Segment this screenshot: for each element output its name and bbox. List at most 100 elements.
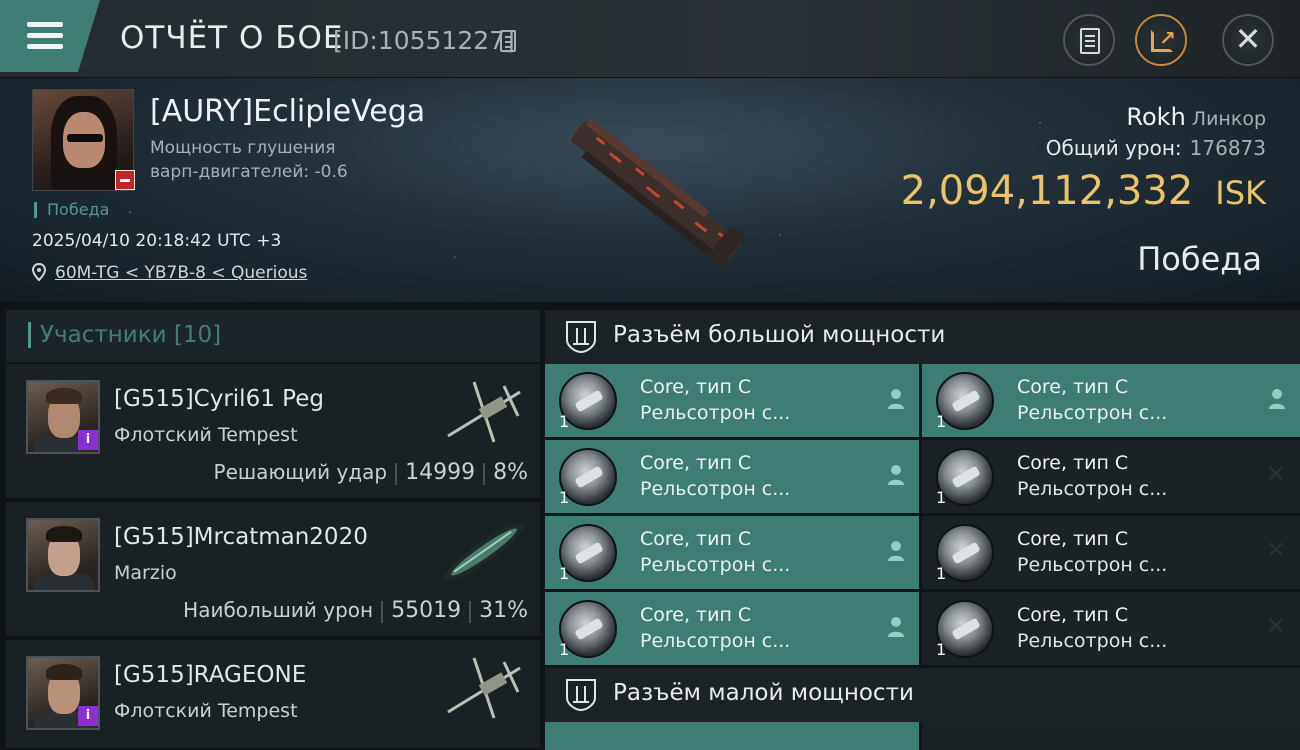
participant-ship-image xyxy=(447,657,521,719)
victim-summary: [AURY]EclipleVega Мощность глушения варп… xyxy=(0,78,1300,302)
participants-header[interactable]: Участники [10] xyxy=(6,310,540,362)
copy-id-icon[interactable] xyxy=(500,30,516,52)
module-quantity: 1 xyxy=(559,640,570,659)
module-card[interactable]: 1 Core, тип C Рельсотрон с... xyxy=(545,516,919,589)
isk-loss: 2,094,112,332 ISK xyxy=(901,168,1266,214)
module-card[interactable]: 1 Core, тип C Рельсотрон с... ✕ xyxy=(922,516,1300,589)
person-icon xyxy=(888,541,904,561)
result-tag: Победа xyxy=(34,202,109,218)
low-slot-icon xyxy=(566,679,596,712)
x-icon: ✕ xyxy=(1265,460,1286,488)
top-bar: ОТЧЁТ О БОЕ [ID:10551227] ↗ ✕ xyxy=(0,0,1300,78)
participant-name: [G515]RAGEONE xyxy=(114,662,307,688)
module-subtitle: Рельсотрон с... xyxy=(640,478,791,500)
module-subtitle: Рельсотрон с... xyxy=(1017,478,1168,500)
module-name: Core, тип C xyxy=(1017,604,1129,626)
module-name: Core, тип C xyxy=(640,604,752,626)
module-card[interactable]: 1 Core, тип C Рельсотрон с... xyxy=(545,440,919,513)
participant-damage: 55019 xyxy=(391,598,462,623)
high-slots-header: Разъём большой мощности xyxy=(545,310,1300,364)
participant-stats: Решающий удар 14999 8% xyxy=(214,460,528,485)
participant-ship: Флотский Tempest xyxy=(114,424,298,446)
module-card[interactable]: 1 Core, тип C Рельсотрон с... xyxy=(545,364,919,437)
x-icon: ✕ xyxy=(1265,612,1286,640)
victim-ship: Rokh Линкор xyxy=(1126,103,1266,131)
person-icon xyxy=(888,465,904,485)
module-name: Core, тип C xyxy=(1017,376,1129,398)
menu-button[interactable] xyxy=(0,0,100,72)
victim-name[interactable]: [AURY]EclipleVega xyxy=(150,94,425,129)
victim-ship-image[interactable] xyxy=(545,108,765,278)
participant-row[interactable]: i [G515]Cyril61 Peg Флотский Tempest Реш… xyxy=(6,364,540,500)
participant-ship-image xyxy=(447,381,521,443)
participant-percent: 31% xyxy=(479,598,528,623)
person-icon xyxy=(888,389,904,409)
module-card[interactable]: 1 Core, тип C Рельсотрон с... xyxy=(545,592,919,665)
person-icon xyxy=(1269,389,1285,409)
module-name: Core, тип C xyxy=(1017,452,1129,474)
low-slots-title: Разъём малой мощности xyxy=(613,680,914,706)
battle-location-link[interactable]: 60M-TG < YB7B-8 < Querious xyxy=(55,263,307,283)
share-button[interactable]: ↗ xyxy=(1135,14,1187,66)
module-quantity: 1 xyxy=(936,488,947,507)
document-icon xyxy=(1080,28,1100,54)
module-name: Core, тип C xyxy=(640,376,752,398)
module-card[interactable]: 1 Core, тип C Рельсотрон с... ✕ xyxy=(922,440,1300,513)
total-damage-value: 176873 xyxy=(1189,136,1266,160)
high-slots-title: Разъём большой мощности xyxy=(613,322,946,348)
report-button[interactable] xyxy=(1063,14,1115,66)
isk-value: 2,094,112,332 xyxy=(900,168,1194,214)
participant-row[interactable]: i [G515]RAGEONE Флотский Tempest xyxy=(6,640,540,750)
module-quantity: 1 xyxy=(936,564,947,583)
participants-title: Участники [10] xyxy=(40,322,222,348)
participant-role: Решающий удар xyxy=(213,460,388,484)
location-pin-icon xyxy=(32,263,46,281)
battle-id: [ID:10551227] xyxy=(333,26,515,55)
module-quantity: 1 xyxy=(936,640,947,659)
participant-name: [G515]Cyril61 Peg xyxy=(114,386,324,412)
person-icon xyxy=(888,617,904,637)
module-subtitle: Рельсотрон с... xyxy=(1017,554,1168,576)
avatar[interactable] xyxy=(26,518,100,592)
module-quantity: 1 xyxy=(559,488,570,507)
low-slot-module[interactable] xyxy=(545,722,919,750)
close-button[interactable]: ✕ xyxy=(1222,14,1274,66)
avatar[interactable]: i xyxy=(26,380,100,454)
total-damage: Общий урон: 176873 xyxy=(1046,136,1266,160)
participant-ship: Флотский Tempest xyxy=(114,700,298,722)
module-subtitle: Рельсотрон с... xyxy=(1017,630,1168,652)
module-subtitle: Рельсотрон с... xyxy=(640,402,791,424)
ship-name: Rokh xyxy=(1126,103,1186,131)
participant-name: [G515]Mrcatman2020 xyxy=(114,524,368,550)
participant-percent: 8% xyxy=(493,460,528,485)
participant-ship: Marzio xyxy=(114,562,177,584)
participant-damage: 14999 xyxy=(405,460,476,485)
info-icon: i xyxy=(78,430,98,450)
total-damage-label: Общий урон: xyxy=(1045,136,1182,160)
module-name: Core, тип C xyxy=(1017,528,1129,550)
module-name: Core, тип C xyxy=(640,452,752,474)
battle-result: Победа xyxy=(1137,240,1262,278)
avatar[interactable]: i xyxy=(26,656,100,730)
module-subtitle: Рельсотрон с... xyxy=(640,554,791,576)
x-icon: ✕ xyxy=(1265,536,1286,564)
warp-scramble-value: варп-двигателей: -0.6 xyxy=(150,162,348,182)
participant-role: Наибольший урон xyxy=(183,598,374,622)
close-icon: ✕ xyxy=(1234,20,1262,58)
high-slot-icon xyxy=(566,321,596,354)
module-card[interactable]: 1 Core, тип C Рельсотрон с... ✕ xyxy=(922,592,1300,665)
low-slot-module[interactable] xyxy=(922,722,1300,750)
module-quantity: 1 xyxy=(559,564,570,583)
isk-unit: ISK xyxy=(1215,174,1266,212)
warp-scramble-label: Мощность глушения xyxy=(150,138,336,158)
module-quantity: 1 xyxy=(559,412,570,431)
participant-row[interactable]: [G515]Mrcatman2020 Marzio Наибольший уро… xyxy=(6,502,540,638)
low-slots-header: Разъём малой мощности xyxy=(545,668,1300,722)
participant-stats: Наибольший урон 55019 31% xyxy=(183,598,528,623)
module-card[interactable]: 1 Core, тип C Рельсотрон с... xyxy=(922,364,1300,437)
page-title: ОТЧЁТ О БОЕ xyxy=(120,20,344,56)
module-subtitle: Рельсотрон с... xyxy=(640,630,791,652)
hamburger-icon xyxy=(27,22,63,27)
participant-ship-image xyxy=(444,523,524,581)
ship-class: Линкор xyxy=(1191,108,1266,130)
